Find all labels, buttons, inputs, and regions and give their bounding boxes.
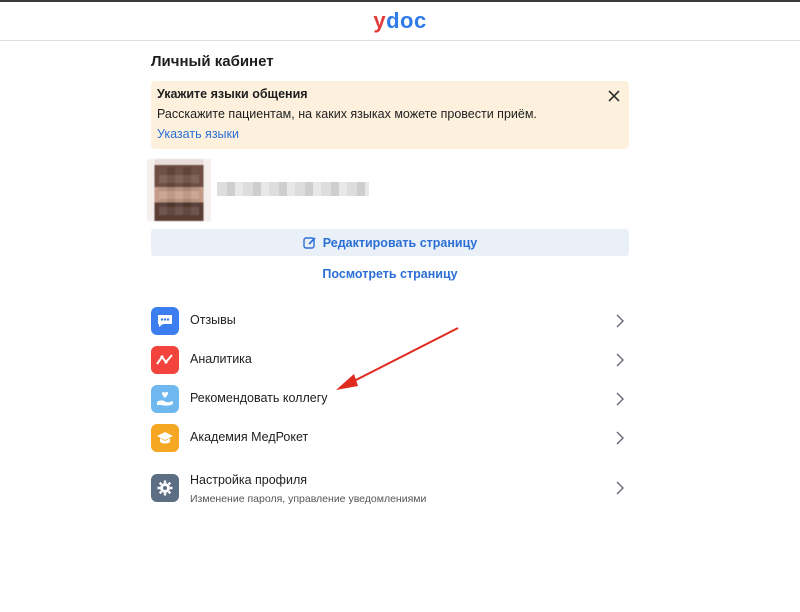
menu-item-label: Настройка профиля [190,473,308,487]
analytics-icon [151,346,179,374]
menu-item-profile-settings[interactable]: Настройка профиля Изменение пароля, упра… [151,472,629,505]
chevron-right-icon [616,481,624,495]
menu-item-analytics[interactable]: Аналитика [151,344,629,376]
edit-icon [303,236,316,249]
edit-page-label: Редактировать страницу [322,235,478,250]
view-page-link[interactable]: Посмотреть страницу [151,267,629,281]
menu-item-label: Рекомендовать коллегу [190,391,328,405]
edit-page-button[interactable]: Редактировать страницу [151,229,629,256]
chevron-right-icon [616,392,624,406]
chevron-right-icon [616,431,624,445]
menu-item-label: Отзывы [190,313,236,327]
specify-languages-link[interactable]: Указать языки [157,127,239,141]
graduation-cap-icon [151,424,179,452]
ydoc-logo[interactable]: ydoc [0,8,800,34]
recommend-hand-icon [151,385,179,413]
menu-item-reviews[interactable]: Отзывы [151,305,629,337]
page-title: Личный кабинет [151,53,274,70]
chat-bubble-icon [151,307,179,335]
gear-icon [151,474,179,502]
top-bar: ydoc [0,0,800,41]
menu-item-label: Академия МедРокет [190,430,309,444]
notice-title: Укажите языки общения [157,87,308,101]
languages-notice: Укажите языки общения Расскажите пациент… [151,81,629,149]
avatar [147,159,211,221]
doctor-name-blurred [217,182,369,196]
menu-item-recommend-colleague[interactable]: Рекомендовать коллегу [151,383,629,415]
menu-item-sublabel: Изменение пароля, управление уведомления… [190,493,427,505]
chevron-right-icon [616,314,624,328]
menu-item-label: Аналитика [190,352,252,366]
menu-item-medrocket-academy[interactable]: Академия МедРокет [151,422,629,454]
chevron-right-icon [616,353,624,367]
close-icon[interactable] [607,89,621,103]
notice-text: Расскажите пациентам, на каких языках мо… [157,107,537,121]
